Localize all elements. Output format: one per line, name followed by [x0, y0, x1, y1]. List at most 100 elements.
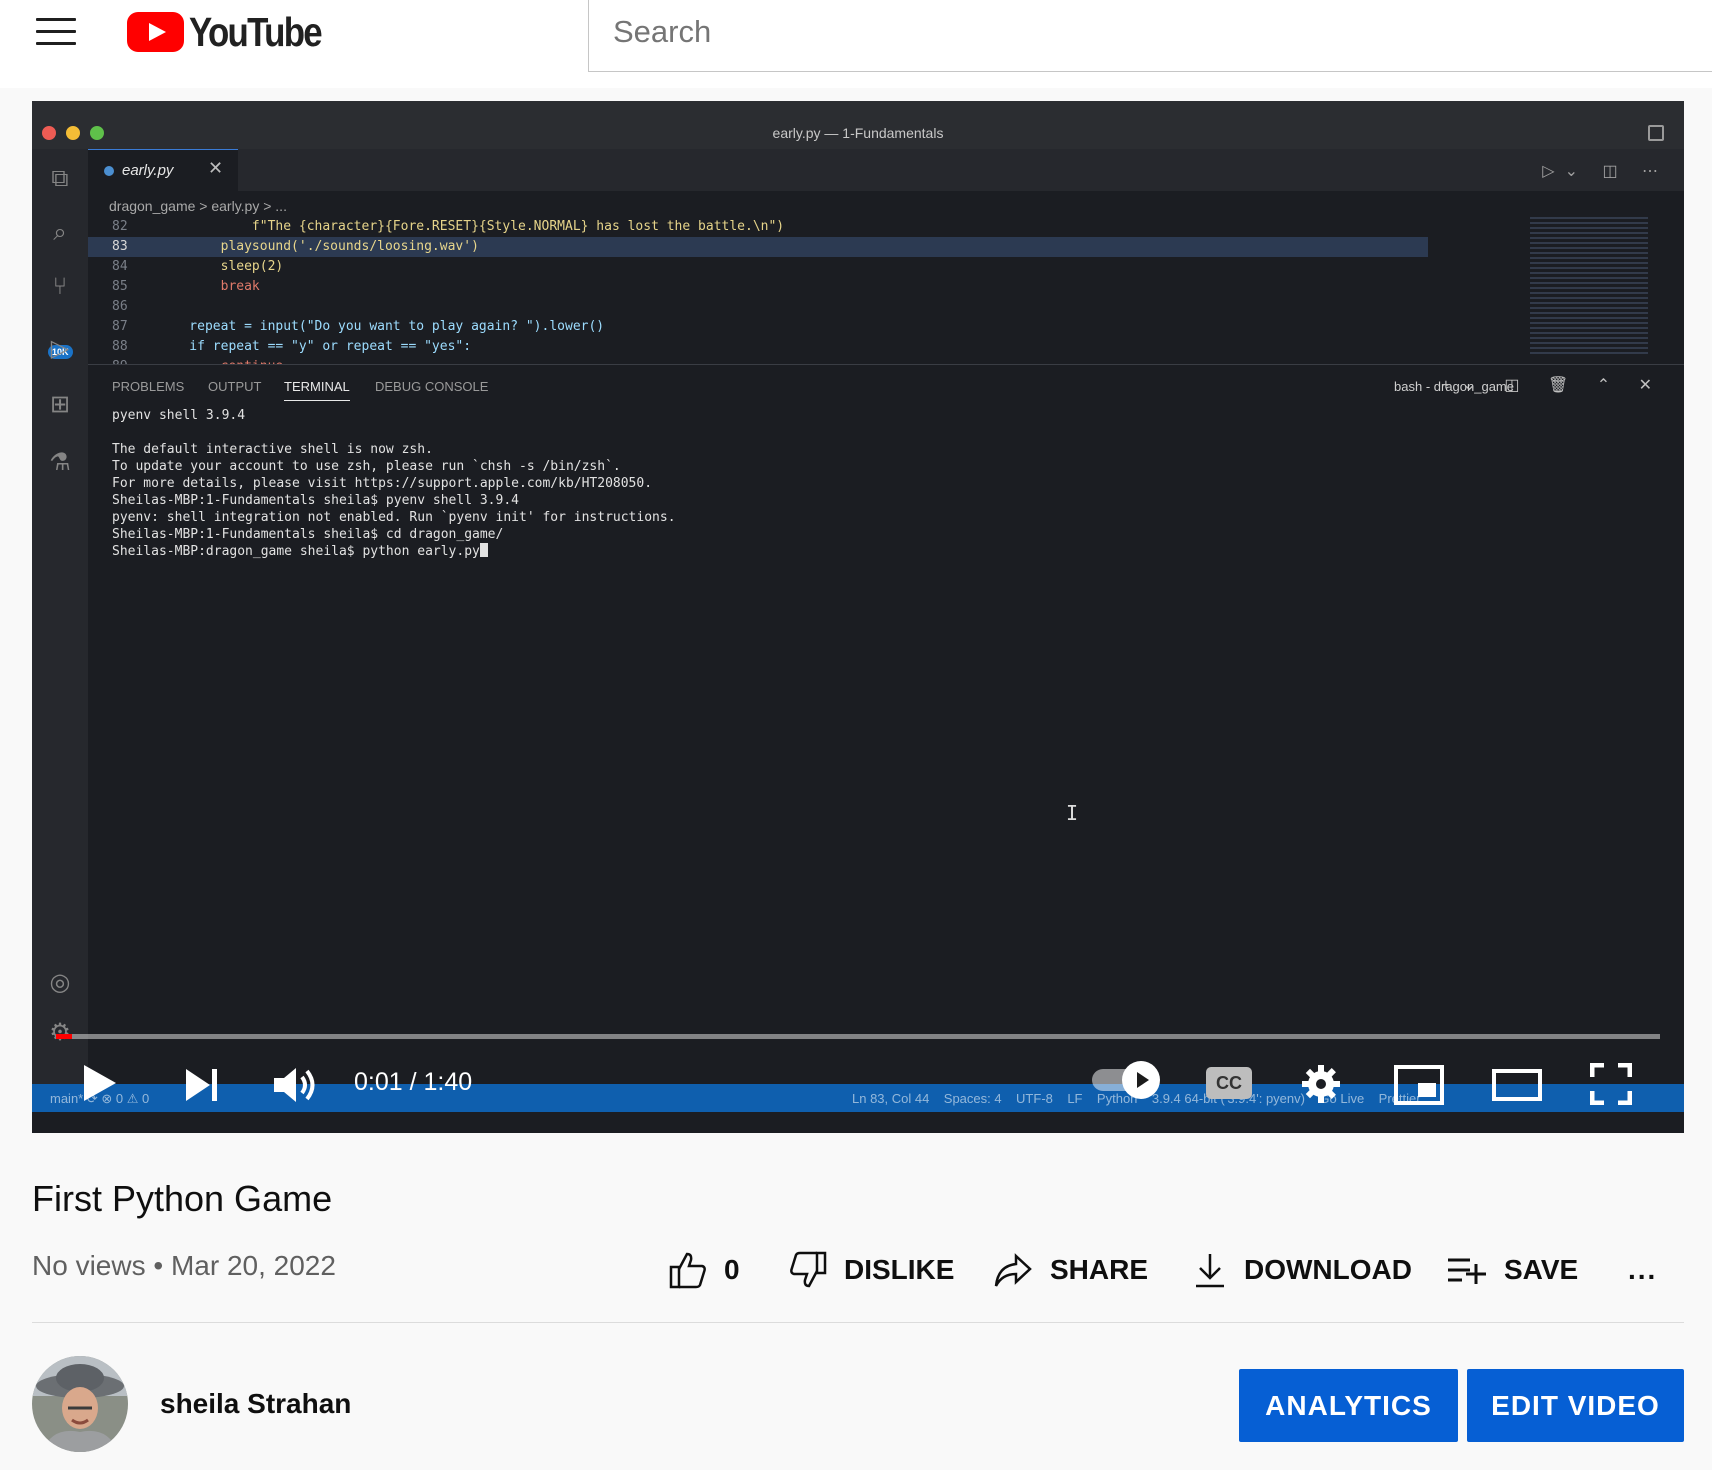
line-number: 88 [112, 339, 128, 354]
code-line: 88 if repeat == "y" or repeat == "yes": [88, 337, 1428, 357]
more-icon: ... [1628, 1254, 1658, 1285]
line-number: 86 [112, 299, 128, 314]
terminal-line: To update your account to use zsh, pleas… [112, 459, 621, 474]
python-file-icon [104, 166, 114, 176]
text-cursor-icon: I [1066, 801, 1079, 825]
panel-tab-output: OUTPUT [208, 379, 262, 394]
video-player[interactable]: early.py — 1-Fundamentals ⧉ ⌕ ⑂ 10K ▷ ⊞ … [32, 101, 1684, 1133]
code-line: 86 [88, 297, 1428, 317]
code-line: 82 f"The {character}{Fore.RESET}{Style.N… [88, 217, 1428, 237]
terminal-cursor [479, 543, 488, 557]
like-button[interactable]: 0 [668, 1248, 740, 1292]
dislike-button[interactable]: DISLIKE [788, 1248, 954, 1292]
search-icon: ⌕ [53, 219, 67, 246]
terminal-line: pyenv shell 3.9.4 [112, 408, 246, 423]
code-editor: 82 f"The {character}{Fore.RESET}{Style.N… [88, 217, 1428, 365]
terminal-line: For more details, please visit https://s… [112, 476, 653, 491]
terminal-panel: PROBLEMS OUTPUT TERMINAL DEBUG CONSOLE b… [88, 364, 1684, 1084]
fullscreen-button[interactable] [1589, 1062, 1633, 1110]
fullscreen-icon [1589, 1062, 1633, 1106]
progress-bar[interactable] [56, 1034, 1660, 1039]
layout-icon [1648, 125, 1664, 141]
share-button[interactable]: SHARE [992, 1248, 1148, 1292]
editor-actions: ▷⌄ ◫ ⋯ [1542, 163, 1668, 180]
like-count: 0 [724, 1254, 740, 1285]
video-meta: No views • Mar 20, 2022 [32, 1250, 336, 1281]
settings-button[interactable] [1300, 1063, 1342, 1110]
download-icon [1196, 1254, 1224, 1288]
line-number: 82 [112, 219, 128, 234]
miniplayer-button[interactable] [1394, 1065, 1444, 1110]
miniplayer-icon [1394, 1065, 1444, 1105]
extensions-icon: ⊞ [49, 391, 71, 418]
code-text: sleep(2) [158, 259, 284, 274]
edit-video-button[interactable]: EDIT VIDEO [1467, 1369, 1684, 1442]
youtube-play-icon [127, 12, 184, 52]
theater-mode-button[interactable] [1492, 1067, 1542, 1108]
search-input[interactable] [613, 12, 1513, 52]
vscode-activity-bar: ⧉ ⌕ ⑂ 10K ▷ ⊞ ⚗ ◎ ⚙ [32, 149, 88, 1084]
save-button[interactable]: SAVE [1446, 1248, 1578, 1292]
top-header: YouTube [0, 0, 1712, 88]
code-text: if repeat == "y" or repeat == "yes": [158, 339, 472, 354]
playlist-add-icon [1448, 1258, 1486, 1284]
next-button[interactable] [182, 1067, 222, 1108]
menu-icon[interactable] [36, 18, 76, 48]
code-text: repeat = input("Do you want to play agai… [158, 319, 605, 334]
tab-close-icon: ✕ [208, 158, 224, 178]
thumbs-down-icon [790, 1251, 827, 1288]
divider [32, 1322, 1684, 1323]
terminal-line: The default interactive shell is now zsh… [112, 442, 433, 457]
share-icon [994, 1253, 1032, 1287]
gear-icon [1302, 1065, 1340, 1103]
vscode-titlebar: early.py — 1-Fundamentals [32, 101, 1684, 149]
line-number: 85 [112, 279, 128, 294]
code-line: 85 break [88, 277, 1428, 297]
testing-icon: ⚗ [49, 449, 71, 476]
channel-name[interactable]: sheila Strahan [160, 1388, 351, 1420]
autoplay-play-icon [1122, 1061, 1160, 1099]
share-label: SHARE [1050, 1254, 1149, 1285]
panel-tab-terminal: TERMINAL [284, 379, 350, 401]
terminal-actions: +⌄ ◫ 🗑 ⌃ ✕ [1441, 377, 1664, 394]
terminal-line: pyenv: shell integration not enabled. Ru… [112, 510, 676, 525]
youtube-wordmark: YouTube [189, 8, 323, 55]
code-line: 84 sleep(2) [88, 257, 1428, 277]
source-control-icon: ⑂ [52, 273, 68, 300]
download-button[interactable]: DOWNLOAD [1192, 1248, 1412, 1292]
manage-gear-icon: ⚙ [49, 1019, 71, 1046]
terminal-output: pyenv shell 3.9.4 The default interactiv… [112, 407, 676, 560]
search-box[interactable] [588, 0, 1712, 72]
autoplay-toggle[interactable] [1092, 1061, 1160, 1099]
explorer-icon: ⧉ [51, 165, 69, 192]
captions-button[interactable]: CC [1206, 1067, 1252, 1099]
code-line: 87 repeat = input("Do you want to play a… [88, 317, 1428, 337]
vscode-window-title: early.py — 1-Fundamentals [772, 125, 944, 141]
code-text: break [158, 279, 260, 294]
minimap [1530, 217, 1648, 357]
terminal-line: Sheilas-MBP:1-Fundamentals sheila$ pyenv… [112, 493, 519, 508]
code-text: f"The {character}{Fore.RESET}{Style.NORM… [158, 219, 785, 234]
analytics-button[interactable]: ANALYTICS [1239, 1369, 1458, 1442]
progress-played [56, 1034, 73, 1039]
avatar[interactable] [32, 1356, 128, 1452]
panel-tab-problems: PROBLEMS [112, 379, 185, 394]
terminal-line: Sheilas-MBP:1-Fundamentals sheila$ cd dr… [112, 527, 504, 542]
terminal-line: Sheilas-MBP:dragon_game sheila$ python e… [112, 543, 676, 560]
play-button[interactable] [80, 1061, 120, 1110]
line-number: 83 [112, 239, 128, 254]
video-title: First Python Game [32, 1178, 333, 1219]
time-display: 0:01 / 1:40 [354, 1068, 473, 1096]
volume-icon [274, 1068, 315, 1102]
theater-icon [1492, 1069, 1542, 1101]
editor-tab-early-py: early.py ✕ [88, 149, 238, 191]
more-actions-button[interactable]: ... [1628, 1248, 1657, 1292]
dislike-label: DISLIKE [844, 1254, 955, 1285]
line-number: 84 [112, 259, 128, 274]
panel-tab-debug-console: DEBUG CONSOLE [375, 379, 489, 394]
youtube-logo[interactable]: YouTube [127, 9, 344, 55]
play-icon [84, 1065, 116, 1101]
run-debug-icon: ▷ [50, 335, 70, 362]
editor-tab-label: early.py [122, 162, 174, 179]
volume-button[interactable] [272, 1065, 320, 1110]
